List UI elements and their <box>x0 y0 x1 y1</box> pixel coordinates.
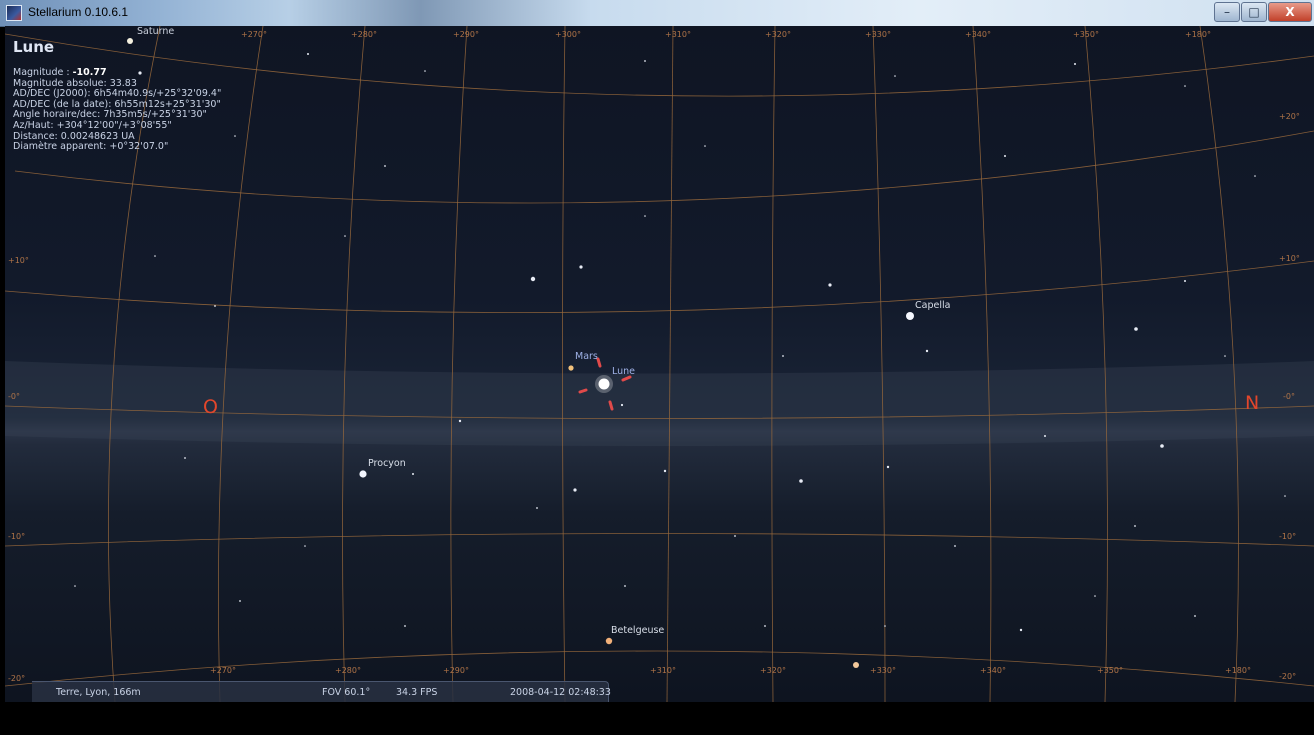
betelgeuse-marker <box>605 637 613 645</box>
azimuth-grid <box>108 26 1239 702</box>
stellarium-app-icon <box>6 5 22 21</box>
grid-label-az: +290° <box>453 30 479 39</box>
close-button[interactable]: X <box>1268 2 1312 22</box>
horizon-haze <box>5 361 1314 446</box>
grid-label-az: +350° <box>1097 666 1123 675</box>
grid-label-az: +180° <box>1225 666 1251 675</box>
grid-label-az: +330° <box>865 30 891 39</box>
grid-label-az: +310° <box>665 30 691 39</box>
grid-label-alt: -20° <box>1279 672 1297 681</box>
az-line-300 <box>562 26 566 702</box>
star-bottom-orange <box>853 662 859 668</box>
label-betelgeuse[interactable]: Betelgeuse <box>611 625 664 636</box>
grid-label-alt: +10° <box>8 256 29 265</box>
grid-label-az: +310° <box>650 666 676 675</box>
grid-label-alt: -0° <box>1283 392 1295 401</box>
magnitude-label: Magnitude : <box>13 67 70 78</box>
az-line-320 <box>771 26 776 702</box>
label-saturne[interactable]: Saturne <box>137 26 174 37</box>
alt-line-10 <box>5 260 1314 313</box>
window-title: Stellarium 0.10.6.1 <box>28 5 129 19</box>
grid-label-az: +270° <box>210 666 236 675</box>
info-magnitude: Magnitude : -10.77 <box>13 67 221 79</box>
moon-marker <box>598 378 610 390</box>
grid-label-alt: -20° <box>8 674 26 683</box>
grid-label-alt: -10° <box>1279 532 1297 541</box>
stellarium-window: Stellarium 0.10.6.1 – □ X Lune Magnitude… <box>0 0 1314 735</box>
fov-status: FOV 60.1° <box>322 687 371 698</box>
datetime-status[interactable]: 2008-04-12 02:48:33 <box>510 687 611 698</box>
grid-label-az: +340° <box>980 666 1006 675</box>
object-info-panel: Lune Magnitude : -10.77 Magnitude absolu… <box>13 38 221 153</box>
grid-label-az: +330° <box>870 666 896 675</box>
info-line: Diamètre apparent: +0°32'07.0" <box>13 141 169 153</box>
sky-view[interactable]: Lune Magnitude : -10.77 Magnitude absolu… <box>5 26 1314 702</box>
magnitude-value: -10.77 <box>72 67 107 78</box>
info-line: Az/Haut: +304°12'00"/+3°08'55" <box>13 119 172 131</box>
minimize-button[interactable]: – <box>1214 2 1240 22</box>
procyon-marker <box>359 470 367 478</box>
grid-label-az: +350° <box>1073 30 1099 39</box>
grid-label-az: +320° <box>760 666 786 675</box>
alt-line-m10 <box>5 533 1314 547</box>
grid-label-alt: -0° <box>8 392 20 401</box>
grid-label-az: +290° <box>443 666 469 675</box>
az-line-280 <box>342 26 366 702</box>
grid-label-alt: +10° <box>1279 254 1300 263</box>
grid-label-az: +340° <box>965 30 991 39</box>
az-line-310 <box>666 26 674 702</box>
grid-label-az: +280° <box>335 666 361 675</box>
selected-object-name: Lune <box>13 38 55 56</box>
status-bar: Terre, Lyon, 166m FOV 60.1° 34.3 FPS 200… <box>32 681 611 702</box>
az-line-340 <box>972 26 992 702</box>
grid-label-az: +320° <box>765 30 791 39</box>
cardinal-north: N <box>1245 392 1260 414</box>
label-mars[interactable]: Mars <box>575 351 598 362</box>
mars-marker <box>568 365 574 371</box>
bottom-bar <box>0 702 1314 735</box>
capella-marker <box>906 312 914 320</box>
fps-status: 34.3 FPS <box>396 687 438 698</box>
grid-label-alt: +20° <box>1279 112 1300 121</box>
title-bar[interactable]: Stellarium 0.10.6.1 – □ X <box>0 0 1314 27</box>
grid-label-az: +300° <box>555 30 581 39</box>
label-capella[interactable]: Capella <box>915 300 950 311</box>
label-procyon[interactable]: Procyon <box>368 458 406 469</box>
grid-label-az: +180° <box>1185 30 1211 39</box>
location-status[interactable]: Terre, Lyon, 166m <box>56 687 141 698</box>
maximize-button[interactable]: □ <box>1241 2 1267 22</box>
grid-label-az: +270° <box>241 30 267 39</box>
az-line-290 <box>450 26 468 702</box>
az-line-330 <box>872 26 886 702</box>
label-lune[interactable]: Lune <box>612 366 635 377</box>
grid-label-alt: -10° <box>8 532 26 541</box>
cardinal-west: O <box>203 396 218 418</box>
az-line-350 <box>1084 26 1108 702</box>
grid-label-az: +280° <box>351 30 377 39</box>
